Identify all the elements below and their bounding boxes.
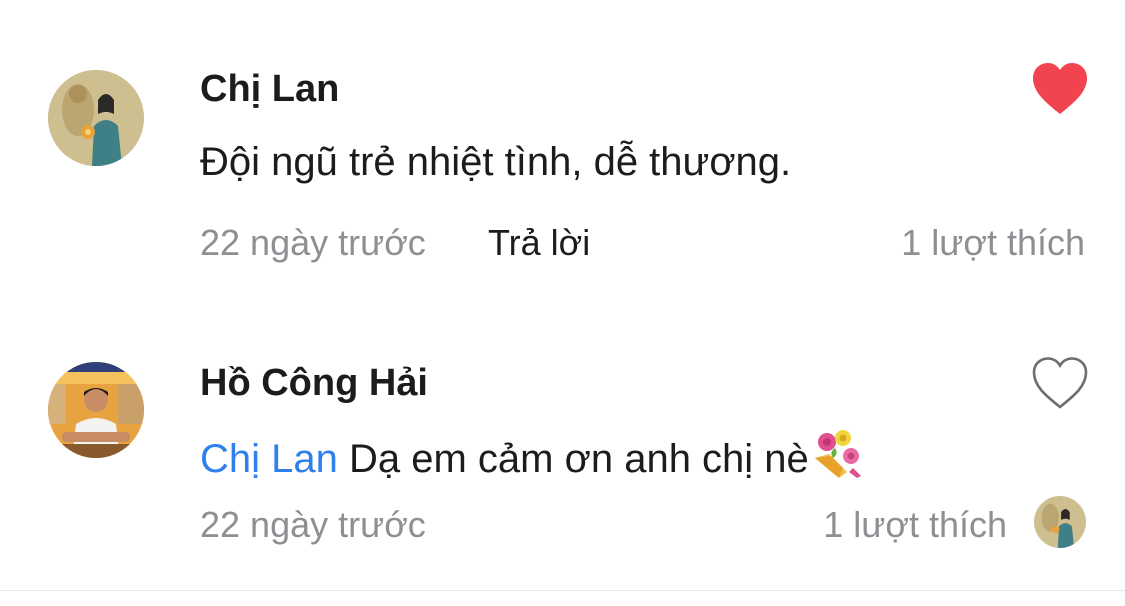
comment-time: 22 ngày trước xyxy=(200,504,426,545)
avatar[interactable] xyxy=(48,362,144,458)
comment-author[interactable]: Chị Lan xyxy=(200,68,339,111)
avatar[interactable] xyxy=(48,70,144,166)
liker-avatar[interactable] xyxy=(1034,496,1086,548)
avatar-image xyxy=(48,70,144,166)
liker-avatar-image xyxy=(1034,496,1086,548)
divider xyxy=(0,590,1125,591)
comment-author[interactable]: Hồ Công Hải xyxy=(200,362,428,405)
reply-button[interactable]: Trả lời xyxy=(488,222,590,264)
like-count[interactable]: 1 lượt thích xyxy=(901,222,1085,264)
comment-item: Hồ Công Hải Chị Lan Dạ em cảm ơn anh chị… xyxy=(0,300,1125,590)
heart-filled-icon[interactable] xyxy=(1031,62,1089,116)
comments-list: Chị Lan Đội ngũ trẻ nhiệt tình, dễ thươn… xyxy=(0,0,1125,606)
comment-time: 22 ngày trước xyxy=(200,222,426,263)
avatar-image xyxy=(48,362,144,458)
like-count[interactable]: 1 lượt thích xyxy=(823,504,1007,546)
comment-text: Đội ngũ trẻ nhiệt tình, dễ thương. xyxy=(200,140,792,184)
heart-outline-icon[interactable] xyxy=(1031,356,1089,410)
mention-link[interactable]: Chị Lan xyxy=(200,437,338,481)
bouquet-icon xyxy=(814,430,861,478)
comment-text-body: Dạ em cảm ơn anh chị nè xyxy=(349,437,809,481)
comment-text: Chị Lan Dạ em cảm ơn anh chị nè xyxy=(200,428,863,482)
comment-item: Chị Lan Đội ngũ trẻ nhiệt tình, dễ thươn… xyxy=(0,0,1125,300)
